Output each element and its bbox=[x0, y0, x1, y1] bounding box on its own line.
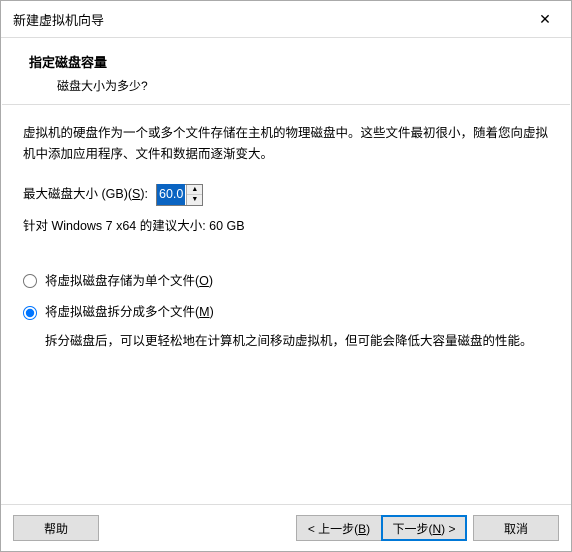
radio-split-description: 拆分磁盘后，可以更轻松地在计算机之间移动虚拟机，但可能会降低大容量磁盘的性能。 bbox=[45, 331, 549, 352]
next-button[interactable]: 下一步(N) > bbox=[381, 515, 467, 541]
help-button[interactable]: 帮助 bbox=[13, 515, 99, 541]
page-subheading: 磁盘大小为多少? bbox=[57, 77, 557, 94]
disk-size-label: 最大磁盘大小 (GB)(S): bbox=[23, 184, 148, 205]
radio-split-files-input[interactable] bbox=[23, 306, 37, 320]
nav-button-group: < 上一步(B) 下一步(N) > bbox=[296, 515, 467, 541]
back-button[interactable]: < 上一步(B) bbox=[296, 515, 382, 541]
page-heading: 指定磁盘容量 bbox=[29, 52, 557, 71]
wizard-content: 虚拟机的硬盘作为一个或多个文件存储在主机的物理磁盘中。这些文件最初很小，随着您向… bbox=[1, 105, 571, 504]
spinner-up-button[interactable]: ▲ bbox=[187, 185, 202, 196]
radio-single-file-label: 将虚拟磁盘存储为单个文件(O) bbox=[45, 271, 213, 292]
spinner-down-button[interactable]: ▼ bbox=[187, 195, 202, 205]
disk-size-spinner[interactable]: 60.0 ▲ ▼ bbox=[156, 184, 203, 206]
wizard-footer: 帮助 < 上一步(B) 下一步(N) > 取消 bbox=[1, 504, 571, 551]
spinner-buttons: ▲ ▼ bbox=[186, 185, 202, 205]
recommended-size-text: 针对 Windows 7 x64 的建议大小: 60 GB bbox=[23, 216, 549, 237]
wizard-header: 指定磁盘容量 磁盘大小为多少? bbox=[1, 38, 571, 104]
radio-split-files[interactable]: 将虚拟磁盘拆分成多个文件(M) bbox=[23, 302, 549, 323]
disk-size-row: 最大磁盘大小 (GB)(S): 60.0 ▲ ▼ bbox=[23, 184, 549, 206]
cancel-button[interactable]: 取消 bbox=[473, 515, 559, 541]
disk-storage-radio-group: 将虚拟磁盘存储为单个文件(O) 将虚拟磁盘拆分成多个文件(M) 拆分磁盘后，可以… bbox=[23, 271, 549, 353]
description-text: 虚拟机的硬盘作为一个或多个文件存储在主机的物理磁盘中。这些文件最初很小，随着您向… bbox=[23, 123, 549, 166]
radio-single-file-input[interactable] bbox=[23, 274, 37, 288]
disk-size-input[interactable]: 60.0 bbox=[157, 185, 186, 205]
close-icon: ✕ bbox=[539, 11, 551, 28]
radio-single-file[interactable]: 将虚拟磁盘存储为单个文件(O) bbox=[23, 271, 549, 292]
wizard-window: 新建虚拟机向导 ✕ 指定磁盘容量 磁盘大小为多少? 虚拟机的硬盘作为一个或多个文… bbox=[0, 0, 572, 552]
window-title: 新建虚拟机向导 bbox=[13, 10, 104, 29]
radio-split-files-label: 将虚拟磁盘拆分成多个文件(M) bbox=[45, 302, 214, 323]
close-button[interactable]: ✕ bbox=[527, 7, 563, 31]
titlebar: 新建虚拟机向导 ✕ bbox=[1, 1, 571, 38]
